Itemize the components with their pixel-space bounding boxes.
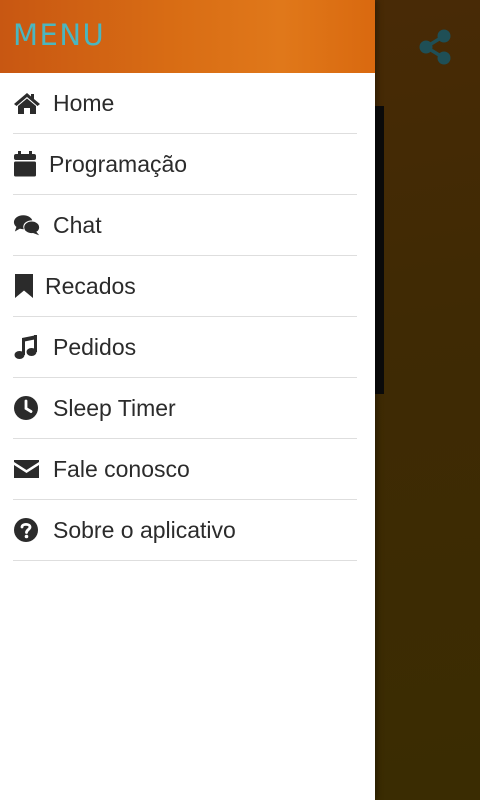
- menu-item-label: Fale conosco: [53, 455, 190, 482]
- menu-item-sleep-timer[interactable]: Sleep Timer: [13, 378, 357, 439]
- question-circle-icon: [13, 516, 41, 544]
- calendar-icon: [13, 150, 41, 178]
- menu-item-sobre[interactable]: Sobre o aplicativo: [13, 500, 357, 561]
- menu-item-chat[interactable]: Chat: [13, 195, 357, 256]
- menu-item-label: Sleep Timer: [53, 394, 176, 421]
- menu-item-home[interactable]: Home: [13, 73, 357, 134]
- background-content-panel: [374, 106, 384, 394]
- chat-bubbles-icon: [13, 211, 41, 239]
- navigation-drawer: MENU Home Programação Chat Recados Pedid…: [0, 0, 375, 800]
- share-button[interactable]: [414, 28, 456, 70]
- menu-item-label: Chat: [53, 211, 102, 238]
- menu-item-programacao[interactable]: Programação: [13, 134, 357, 195]
- app-screen: MENU Home Programação Chat Recados Pedid…: [0, 0, 480, 800]
- menu-item-recados[interactable]: Recados: [13, 256, 357, 317]
- bookmark-icon: [13, 272, 41, 300]
- menu-item-label: Recados: [45, 272, 136, 299]
- drawer-title: MENU: [13, 18, 106, 52]
- share-icon: [418, 29, 452, 70]
- menu-item-label: Pedidos: [53, 333, 137, 360]
- menu-item-fale-conosco[interactable]: Fale conosco: [13, 439, 357, 500]
- menu-list: Home Programação Chat Recados Pedidos Sl…: [0, 73, 375, 561]
- clock-icon: [13, 394, 41, 422]
- menu-item-label: Home: [53, 89, 115, 116]
- music-note-icon: [13, 333, 41, 361]
- drawer-header: MENU: [0, 0, 375, 73]
- menu-item-label: Sobre o aplicativo: [53, 516, 236, 543]
- home-icon: [13, 89, 41, 117]
- menu-item-pedidos[interactable]: Pedidos: [13, 317, 357, 378]
- envelope-icon: [13, 455, 41, 483]
- menu-item-label: Programação: [49, 150, 188, 177]
